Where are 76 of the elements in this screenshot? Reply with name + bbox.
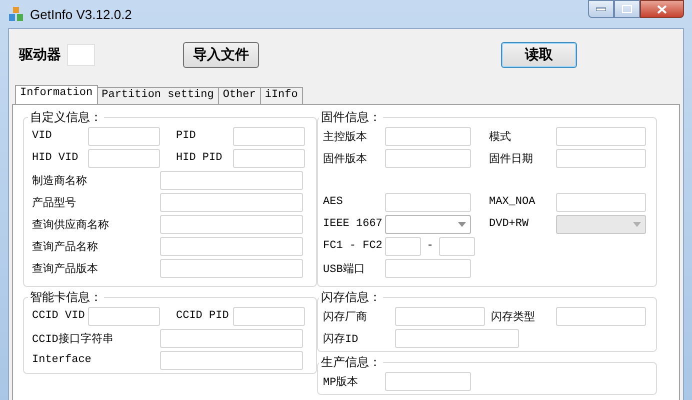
field-label: 主控版本 <box>323 130 368 144</box>
field-label: MP版本 <box>323 375 360 388</box>
field-label: 闪存类型 <box>491 310 536 324</box>
text-field[interactable] <box>385 126 471 146</box>
group-title: 自定义信息： <box>29 109 103 126</box>
field-label: VID <box>32 130 53 142</box>
field-label: 产品型号 <box>32 196 77 210</box>
field-label: CCID PID <box>176 310 230 322</box>
window-title: GetInfo V3.12.0.2 <box>30 6 132 22</box>
text-field[interactable] <box>556 148 646 168</box>
field-label: HID PID <box>176 152 224 164</box>
app-icon <box>8 6 24 22</box>
minimize-icon <box>596 7 606 11</box>
drive-label: 驱动器 <box>19 46 62 64</box>
field-label: HID VID <box>32 152 80 164</box>
text-field[interactable] <box>88 126 160 146</box>
text-field[interactable] <box>385 372 471 390</box>
close-button[interactable] <box>640 0 684 18</box>
text-field[interactable] <box>88 306 160 326</box>
text-field[interactable] <box>385 258 471 278</box>
group-title: 生产信息： <box>320 354 382 371</box>
drive-field[interactable] <box>67 44 95 66</box>
maximize-icon <box>622 5 632 13</box>
text-field[interactable] <box>395 328 519 348</box>
field-label: IEEE 1667 <box>323 218 384 230</box>
field-label: 查询产品版本 <box>32 262 99 276</box>
text-field[interactable] <box>160 192 303 212</box>
tab[interactable]: iInfo <box>260 87 303 104</box>
tab[interactable]: Information <box>15 85 98 104</box>
field-label: 固件版本 <box>323 152 368 166</box>
maximize-button[interactable] <box>614 0 640 18</box>
text-field[interactable] <box>439 236 475 256</box>
text-field[interactable] <box>160 350 303 370</box>
field-label: 模式 <box>489 130 512 144</box>
field-label: 制造商名称 <box>32 174 88 188</box>
close-icon <box>657 4 667 14</box>
caret-icon <box>458 222 466 226</box>
range-separator: - <box>426 240 434 252</box>
read-button[interactable]: 读取 <box>501 42 577 68</box>
group-title: 固件信息： <box>320 109 382 126</box>
field-label: FC1 - FC2 <box>323 240 384 252</box>
minimize-button[interactable] <box>588 0 614 18</box>
text-field[interactable] <box>385 236 421 256</box>
dropdown[interactable] <box>385 214 471 234</box>
field-label: AES <box>323 196 344 208</box>
field-label: USB端口 <box>323 262 366 276</box>
text-field[interactable] <box>556 126 646 146</box>
field-label: 闪存厂商 <box>323 310 368 324</box>
text-field[interactable] <box>233 306 305 326</box>
caret-icon <box>633 222 641 226</box>
text-field[interactable] <box>160 214 303 234</box>
text-field[interactable] <box>556 306 646 326</box>
group-title: 智能卡信息： <box>29 289 103 306</box>
field-label: CCID VID <box>32 310 86 322</box>
field-label: 闪存ID <box>323 332 360 346</box>
import-button[interactable]: 导入文件 <box>183 42 259 68</box>
field-label: Interface <box>32 354 92 366</box>
text-field[interactable] <box>395 306 485 326</box>
field-label: 固件日期 <box>489 152 534 166</box>
text-field[interactable] <box>160 236 303 256</box>
field-label: DVD+RW <box>489 218 530 230</box>
text-field[interactable] <box>233 126 305 146</box>
text-field[interactable] <box>160 328 303 348</box>
text-field[interactable] <box>556 192 646 212</box>
text-field[interactable] <box>233 148 305 168</box>
text-field[interactable] <box>385 148 471 168</box>
field-label: CCID接口字符串 <box>32 332 114 346</box>
field-label: PID <box>176 130 197 142</box>
field-label: 查询产品名称 <box>32 240 99 254</box>
text-field[interactable] <box>385 192 471 212</box>
field-label: MAX_NOA <box>489 196 536 208</box>
field-label: 查询供应商名称 <box>32 218 110 232</box>
group-title: 闪存信息： <box>320 289 382 306</box>
text-field[interactable] <box>160 258 303 278</box>
text-field[interactable] <box>160 170 303 190</box>
text-field[interactable] <box>88 148 160 168</box>
